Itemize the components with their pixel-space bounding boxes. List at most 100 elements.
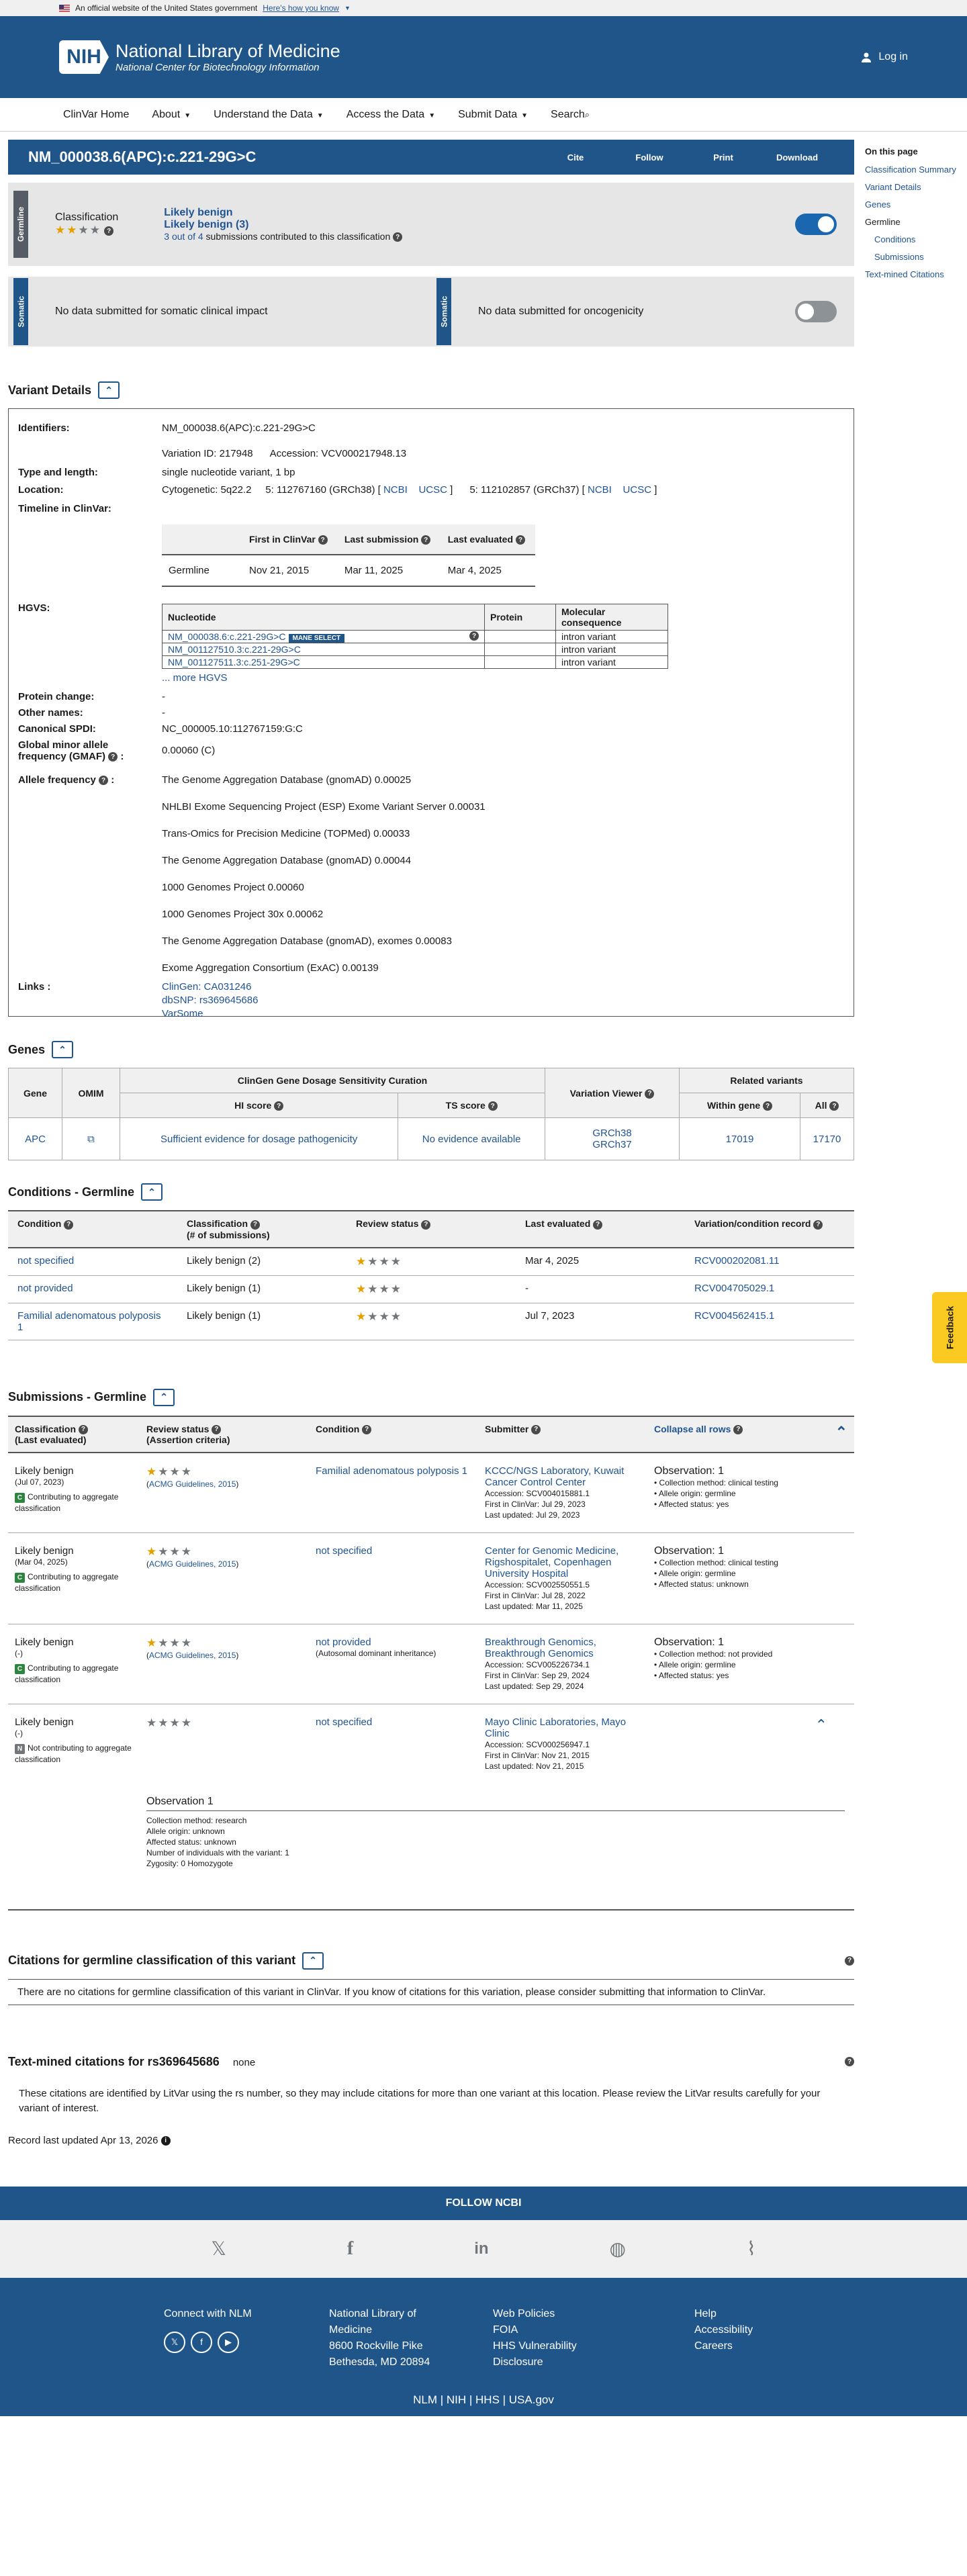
condition-link[interactable]: not provided — [316, 1637, 371, 1648]
download-button[interactable]: Download — [760, 152, 834, 163]
chevron-down-icon: ▼ — [428, 111, 436, 120]
gene-link[interactable]: APC — [25, 1134, 46, 1145]
rcv-link[interactable]: RCV004705029.1 — [694, 1283, 774, 1294]
acmg-link[interactable]: ACMG Guidelines, 2015 — [149, 1651, 236, 1660]
cite-button[interactable]: Cite — [539, 152, 612, 163]
grch38-link[interactable]: GRCh38 — [592, 1128, 631, 1139]
collapse-up-icon[interactable]: ⌃ — [153, 1388, 175, 1406]
chevron-up-icon[interactable]: ⌃ — [835, 1424, 847, 1441]
facebook-icon[interactable]: f — [347, 2238, 353, 2260]
footer-bottom-links[interactable]: NLM | NIH | HHS | USA.gov — [0, 2393, 967, 2407]
collapse-up-icon[interactable]: ⌃ — [98, 381, 120, 399]
nav-submit[interactable]: Submit Data ▼ — [458, 109, 528, 121]
condition-link[interactable]: Familial adenomatous polyposis 1 — [316, 1465, 467, 1477]
feedback-button[interactable]: Feedback — [932, 1292, 967, 1363]
af-item-0: The Genome Aggregation Database (gnomAD)… — [162, 774, 412, 786]
hgvs-link[interactable]: NM_001127511.3:c.251-29G>C — [168, 657, 300, 668]
collapse-up-icon[interactable]: ⌃ — [52, 1041, 74, 1058]
protein-change-key: Protein change: — [18, 691, 95, 702]
nav-access[interactable]: Access the Data ▼ — [347, 109, 435, 121]
x-twitter-icon[interactable]: 𝕏 — [164, 2331, 185, 2353]
collapse-up-icon[interactable]: ⌃ — [141, 1183, 163, 1201]
ncbi-link-37[interactable]: NCBI — [588, 484, 612, 496]
ts-score-link[interactable]: No evidence available — [422, 1134, 521, 1145]
collapse-up-icon[interactable]: ⌃ — [302, 1951, 324, 1970]
help-link[interactable]: Help — [694, 2306, 753, 2322]
sidebar-item-text-mined[interactable]: Text-mined Citations — [865, 269, 967, 279]
rss-icon[interactable]: ⌇ — [747, 2238, 756, 2260]
hgvs-link[interactable]: NM_000038.6:c.221-29G>C — [168, 631, 286, 642]
grch37-link[interactable]: GRCh37 — [592, 1139, 631, 1150]
nlm-logo[interactable]: NIH National Library of Medicine Nationa… — [59, 40, 340, 74]
germline-toggle[interactable] — [795, 214, 837, 235]
hhs-vulnerability-link[interactable]: HHS Vulnerability — [493, 2338, 577, 2354]
sidebar-item-genes[interactable]: Genes — [865, 199, 967, 210]
main-nav: ClinVar Home About ▼ Understand the Data ▼… — [0, 98, 967, 132]
sidebar-item-germline: Germline — [865, 217, 901, 227]
login-button[interactable]: Log in — [861, 51, 908, 63]
hi-score-link[interactable]: Sufficient evidence for dosage pathogeni… — [160, 1134, 357, 1145]
within-gene-link[interactable]: 17019 — [726, 1134, 754, 1145]
print-button[interactable]: Print — [686, 152, 760, 163]
help-icon[interactable]: ? — [845, 1956, 854, 1966]
nav-clinvar-home[interactable]: ClinVar Home — [63, 109, 129, 121]
rcv-link[interactable]: RCV000202081.11 — [694, 1255, 780, 1267]
nav-about[interactable]: About ▼ — [152, 109, 191, 121]
sidebar-item-variant-details[interactable]: Variant Details — [865, 182, 967, 192]
help-icon[interactable]: ? — [469, 631, 479, 641]
sidebar-item-classification-summary[interactable]: Classification Summary — [865, 165, 967, 175]
facebook-icon[interactable]: f — [191, 2331, 212, 2353]
youtube-icon[interactable]: ▶ — [218, 2331, 239, 2353]
disclosure-link[interactable]: Disclosure — [493, 2354, 577, 2371]
chevron-up-icon[interactable]: ⌃ — [815, 1716, 827, 1734]
careers-link[interactable]: Careers — [694, 2338, 753, 2354]
acmg-link[interactable]: ACMG Guidelines, 2015 — [149, 1559, 236, 1569]
condition-link[interactable]: not specified — [316, 1716, 372, 1728]
chevron-down-icon: ▼ — [344, 5, 351, 11]
condition-link[interactable]: not provided — [17, 1283, 73, 1294]
heres-how-link[interactable]: Here's how you know — [263, 3, 339, 13]
submissions-count[interactable]: 3 out of 4 — [164, 231, 203, 242]
submitter-link[interactable]: Breakthrough Genomics, Breakthrough Geno… — [485, 1637, 596, 1659]
more-hgvs-link[interactable]: ... more HGVS — [162, 672, 228, 684]
github-icon[interactable]: ◍ — [610, 2238, 626, 2260]
search-icon: ⌕ — [584, 109, 590, 120]
help-icon: ? — [274, 1101, 284, 1111]
ucsc-link-37[interactable]: UCSC — [623, 484, 652, 496]
classification-count-link[interactable]: Likely benign (3) — [164, 219, 402, 231]
dbsnp-link[interactable]: dbSNP: rs369645686 — [162, 995, 258, 1006]
linkedin-icon[interactable]: in — [474, 2240, 488, 2258]
ncbi-link-38[interactable]: NCBI — [383, 484, 408, 496]
varsome-link[interactable]: VarSome — [162, 1008, 203, 1019]
external-link-icon[interactable]: ⧉ — [87, 1134, 95, 1145]
submitter-link[interactable]: Center for Genomic Medicine, Rigshospita… — [485, 1545, 618, 1579]
citations-heading: Citations for germline classification of… — [8, 1951, 854, 1970]
nav-understand[interactable]: Understand the Data ▼ — [214, 109, 324, 121]
foia-link[interactable]: FOIA — [493, 2322, 577, 2338]
citations-title: Citations for germline classification of… — [8, 1953, 296, 1968]
sidebar-item-conditions[interactable]: Conditions — [865, 234, 967, 244]
somatic-toggle[interactable] — [795, 301, 837, 322]
submitter-link[interactable]: Mayo Clinic Laboratories, Mayo Clinic — [485, 1716, 626, 1739]
collapse-all-rows-button[interactable]: Collapse all rows — [654, 1424, 731, 1434]
web-policies-link[interactable]: Web Policies — [493, 2306, 577, 2322]
hgvs-link[interactable]: NM_001127510.3:c.221-29G>C — [168, 644, 301, 655]
condition-link[interactable]: not specified — [316, 1545, 372, 1557]
ucsc-link-38[interactable]: UCSC — [418, 484, 447, 496]
submitter-link[interactable]: KCCC/NGS Laboratory, Kuwait Cancer Contr… — [485, 1465, 624, 1488]
rcv-link[interactable]: RCV004562415.1 — [694, 1310, 774, 1322]
condition-link[interactable]: not specified — [17, 1255, 74, 1267]
acmg-link[interactable]: ACMG Guidelines, 2015 — [149, 1479, 236, 1489]
hgvs-row: NM_001127510.3:c.221-29G>C intron varian… — [162, 643, 668, 656]
accessibility-link[interactable]: Accessibility — [694, 2322, 753, 2338]
sidebar-item-submissions[interactable]: Submissions — [865, 252, 967, 262]
help-icon[interactable]: ? — [393, 232, 403, 242]
help-icon[interactable]: ? — [845, 2057, 854, 2067]
follow-button[interactable]: Follow — [612, 152, 686, 163]
help-icon[interactable]: ? — [104, 226, 114, 236]
all-variants-link[interactable]: 17170 — [813, 1134, 841, 1145]
condition-link[interactable]: Familial adenomatous polyposis 1 — [17, 1310, 160, 1333]
nav-search[interactable]: Search⌕ — [551, 109, 590, 121]
clingen-link[interactable]: ClinGen: CA031246 — [162, 981, 251, 993]
x-twitter-icon[interactable]: 𝕏 — [211, 2238, 226, 2260]
